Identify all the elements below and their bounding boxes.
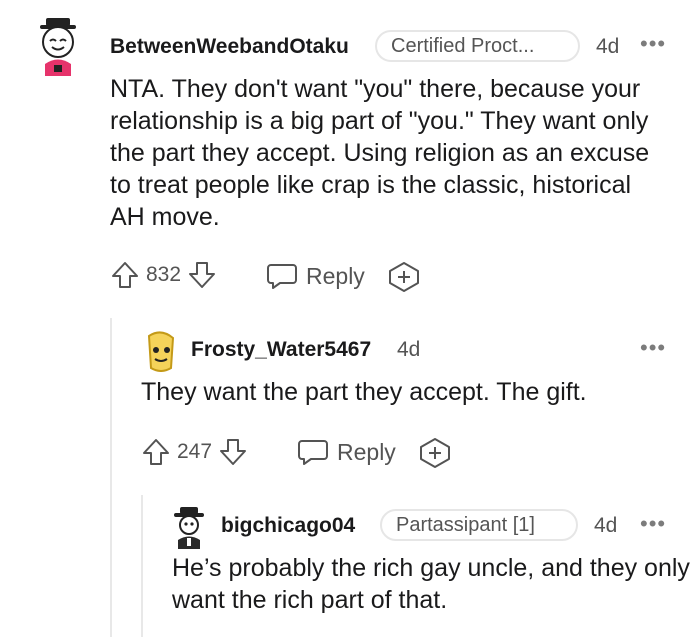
reply-icon [297, 437, 329, 467]
reply-icon [266, 261, 298, 291]
vote-count: 247 [177, 440, 213, 463]
user-flair: Certified Proct... [375, 30, 580, 62]
more-options-icon[interactable]: ••• [640, 513, 666, 535]
award-plus-icon [387, 261, 421, 293]
user-avatar[interactable] [141, 330, 181, 372]
thread-line-level-2[interactable] [141, 495, 143, 637]
reply-button[interactable]: Reply [297, 437, 396, 467]
reply-label: Reply [306, 262, 365, 289]
timestamp[interactable]: 4d [594, 514, 617, 538]
more-options-icon[interactable]: ••• [640, 33, 666, 55]
username[interactable]: BetweenWeebandOtaku [110, 35, 349, 59]
comment-body: NTA. They don't want "you" there, becaus… [110, 75, 650, 231]
user-avatar[interactable] [35, 16, 81, 78]
award-button[interactable] [418, 437, 452, 469]
comment-body: He’s probably the rich gay uncle, and th… [172, 554, 690, 614]
user-avatar[interactable] [170, 506, 208, 550]
timestamp[interactable]: 4d [596, 35, 619, 59]
downvote-icon[interactable] [187, 260, 217, 290]
reply-button[interactable]: Reply [266, 261, 365, 291]
comment-body: They want the part they accept. The gift… [141, 378, 587, 406]
more-options-icon[interactable]: ••• [640, 337, 666, 359]
upvote-icon[interactable] [110, 260, 140, 290]
award-plus-icon [418, 437, 452, 469]
username[interactable]: bigchicago04 [221, 514, 355, 538]
downvote-icon[interactable] [218, 437, 248, 467]
award-button[interactable] [387, 261, 421, 293]
vote-controls: 832 [110, 260, 217, 290]
vote-count: 832 [146, 263, 182, 286]
user-flair: Partassipant [1] [380, 509, 578, 541]
username[interactable]: Frosty_Water5467 [191, 338, 371, 362]
timestamp[interactable]: 4d [397, 338, 420, 362]
upvote-icon[interactable] [141, 437, 171, 467]
vote-controls: 247 [141, 437, 248, 467]
reply-label: Reply [337, 438, 396, 465]
thread-line-level-1[interactable] [110, 318, 112, 637]
